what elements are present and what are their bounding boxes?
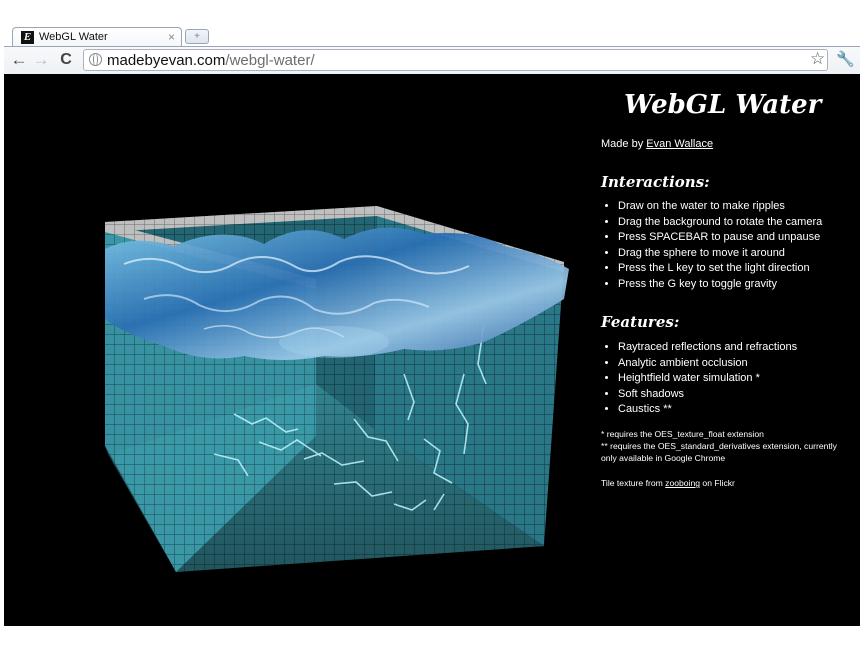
url-path: /webgl-water/	[225, 52, 315, 69]
list-item: Soft shadows	[618, 387, 860, 403]
address-bar[interactable]: madebyevan.com/webgl-water/	[83, 49, 828, 71]
list-item: Caustics **	[618, 402, 860, 418]
made-by-label: Made by	[601, 138, 647, 150]
zooboing-link[interactable]: zooboing	[665, 478, 700, 488]
back-arrow-icon[interactable]: ←	[9, 50, 29, 70]
credit-suffix: on Flickr	[700, 478, 735, 488]
author-link[interactable]: Evan Wallace	[646, 138, 713, 150]
list-item: Heightfield water simulation *	[618, 371, 860, 387]
footnote-float: * requires the OES_texture_float extensi…	[601, 429, 764, 439]
submerged-sphere[interactable]	[279, 326, 389, 358]
forward-arrow-icon[interactable]: →	[31, 50, 51, 70]
list-item: Press the L key to set the light directi…	[618, 261, 860, 277]
list-item: Raytraced reflections and refractions	[618, 340, 860, 356]
credit-prefix: Tile texture from	[601, 478, 666, 488]
list-item: Drag the background to rotate the camera	[618, 215, 860, 231]
reload-icon[interactable]: C	[56, 50, 76, 70]
address-url[interactable]: madebyevan.com/webgl-water/	[107, 52, 315, 69]
tab-webgl-water[interactable]: E WebGL Water ×	[12, 27, 182, 47]
url-host: madebyevan.com	[107, 52, 226, 69]
interactions-list: Draw on the water to make ripples Drag t…	[601, 199, 860, 293]
footnote-derivatives: ** requires the OES_standard_derivatives…	[601, 441, 837, 463]
features-list: Raytraced reflections and refractions An…	[601, 340, 860, 418]
bookmark-star-icon[interactable]: ☆	[810, 49, 825, 69]
tab-title: WebGL Water	[39, 31, 108, 43]
close-tab-icon[interactable]: ×	[168, 30, 175, 44]
list-item: Press SPACEBAR to pause and unpause	[618, 230, 860, 246]
list-item: Drag the sphere to move it around	[618, 246, 860, 262]
tile-credit: Tile texture from zooboing on Flickr	[601, 478, 735, 488]
footnotes: * requires the OES_texture_float extensi…	[601, 428, 853, 464]
list-item: Press the G key to toggle gravity	[618, 277, 860, 293]
list-item: Analytic ambient occlusion	[618, 356, 860, 372]
tab-strip: E WebGL Water × +	[4, 24, 860, 47]
list-item: Draw on the water to make ripples	[618, 199, 860, 215]
page-title: WebGL Water	[624, 90, 822, 120]
webgl-viewport[interactable]: WebGL Water Made by Evan Wallace Interac…	[4, 74, 860, 626]
browser-toolbar: ← → C madebyevan.com/webgl-water/ ☆ 🔧	[4, 46, 860, 74]
browser-window: E WebGL Water × + ← → C madebyevan.com/w…	[4, 24, 860, 626]
features-heading: Features:	[601, 313, 680, 331]
globe-icon	[89, 53, 102, 66]
site-favicon-icon: E	[21, 31, 34, 44]
wrench-menu-icon[interactable]: 🔧	[836, 50, 855, 70]
water-pool-canvas[interactable]	[4, 74, 604, 626]
new-tab-button[interactable]: +	[185, 29, 209, 44]
interactions-heading: Interactions:	[601, 173, 710, 191]
made-by-line: Made by Evan Wallace	[601, 138, 713, 150]
